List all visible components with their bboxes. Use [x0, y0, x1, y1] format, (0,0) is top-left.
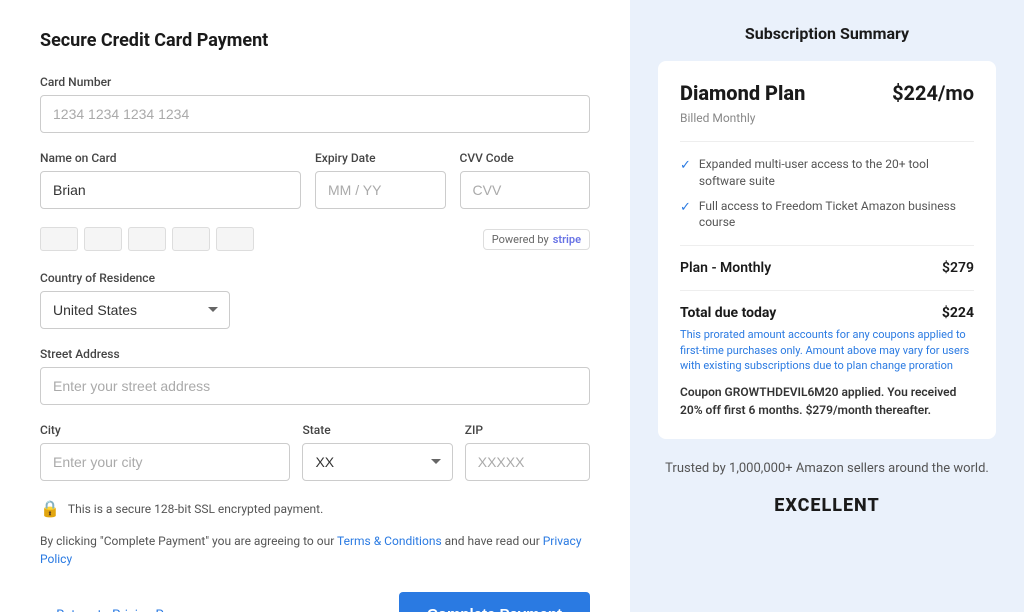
page-title: Secure Credit Card Payment	[40, 30, 590, 51]
amex-icon	[128, 227, 166, 251]
state-label: State	[302, 423, 452, 437]
billed-label: Billed Monthly	[680, 111, 974, 125]
card-icons-row: Powered by stripe	[40, 227, 590, 251]
cvv-label: CVV Code	[460, 151, 591, 165]
expiry-input[interactable]	[315, 171, 446, 209]
right-panel: Subscription Summary Diamond Plan $224/m…	[630, 0, 1024, 612]
trusted-text: Trusted by 1,000,000+ Amazon sellers aro…	[658, 459, 996, 479]
name-on-card-label: Name on Card	[40, 151, 301, 165]
country-label: Country of Residence	[40, 271, 590, 285]
return-link[interactable]: ← Return to Pricing Page	[40, 607, 185, 612]
excellent-text: EXCELLENT	[658, 495, 996, 516]
state-field-group: State XX	[302, 423, 452, 481]
terms-text: By clicking "Complete Payment" you are a…	[40, 532, 590, 568]
expiry-field-group: Expiry Date	[315, 151, 446, 209]
ssl-notice: 🔒 This is a secure 128-bit SSL encrypted…	[40, 499, 590, 518]
divider-2	[680, 245, 974, 246]
plan-price: $224/mo	[892, 81, 974, 105]
street-address-group: Street Address	[40, 347, 590, 405]
feature-item-2: ✓ Full access to Freedom Ticket Amazon b…	[680, 198, 974, 232]
card-number-input[interactable]	[40, 95, 590, 133]
plan-name: Diamond Plan	[680, 81, 805, 105]
card-number-group: Card Number	[40, 75, 590, 133]
terms-middle: and have read our	[442, 534, 543, 548]
coupon-note: Coupon GROWTHDEVIL6M20 applied. You rece…	[680, 383, 974, 419]
plan-header: Diamond Plan $224/mo	[680, 81, 974, 105]
summary-title: Subscription Summary	[658, 24, 996, 43]
check-icon-1: ✓	[680, 157, 691, 175]
divider-3	[680, 290, 974, 291]
stripe-badge: Powered by stripe	[483, 229, 590, 250]
city-label: City	[40, 423, 290, 437]
zip-field-group: ZIP	[465, 423, 590, 481]
mastercard-icon	[84, 227, 122, 251]
country-group: Country of Residence United States	[40, 271, 590, 329]
total-price: $224	[942, 305, 974, 321]
cvv-field-group: CVV Code	[460, 151, 591, 209]
country-select[interactable]: United States	[40, 291, 230, 329]
name-field-group: Name on Card	[40, 151, 301, 209]
city-state-zip-row: City State XX ZIP	[40, 423, 590, 481]
expiry-label: Expiry Date	[315, 151, 446, 165]
total-label: Total due today	[680, 305, 776, 321]
zip-label: ZIP	[465, 423, 590, 437]
zip-input[interactable]	[465, 443, 590, 481]
city-input[interactable]	[40, 443, 290, 481]
summary-card: Diamond Plan $224/mo Billed Monthly ✓ Ex…	[658, 61, 996, 439]
lock-icon: 🔒	[40, 499, 60, 518]
discover-icon	[172, 227, 210, 251]
feature-list: ✓ Expanded multi-user access to the 20+ …	[680, 156, 974, 231]
stripe-brand-label: stripe	[553, 233, 581, 246]
plan-monthly-price: $279	[942, 260, 974, 276]
plan-monthly-label: Plan - Monthly	[680, 260, 771, 276]
divider-1	[680, 141, 974, 142]
state-select[interactable]: XX	[302, 443, 452, 481]
total-row: Total due today $224	[680, 305, 974, 321]
feature-text-2: Full access to Freedom Ticket Amazon bus…	[699, 198, 974, 232]
street-address-input[interactable]	[40, 367, 590, 405]
generic-card-icon	[216, 227, 254, 251]
name-on-card-input[interactable]	[40, 171, 301, 209]
terms-before: By clicking "Complete Payment" you are a…	[40, 534, 337, 548]
terms-link[interactable]: Terms & Conditions	[337, 534, 442, 548]
left-panel: Secure Credit Card Payment Card Number N…	[0, 0, 630, 612]
cvv-input[interactable]	[460, 171, 591, 209]
plan-monthly-row: Plan - Monthly $279	[680, 260, 974, 276]
complete-payment-button[interactable]: Complete Payment	[399, 592, 590, 612]
powered-by-label: Powered by	[492, 233, 549, 246]
feature-item-1: ✓ Expanded multi-user access to the 20+ …	[680, 156, 974, 190]
street-label: Street Address	[40, 347, 590, 361]
prorate-note: This prorated amount accounts for any co…	[680, 327, 974, 373]
bottom-actions: ← Return to Pricing Page Complete Paymen…	[40, 592, 590, 612]
city-field-group: City	[40, 423, 290, 481]
ssl-text: This is a secure 128-bit SSL encrypted p…	[68, 502, 323, 516]
feature-text-1: Expanded multi-user access to the 20+ to…	[699, 156, 974, 190]
card-number-label: Card Number	[40, 75, 590, 89]
check-icon-2: ✓	[680, 199, 691, 217]
visa-icon	[40, 227, 78, 251]
card-details-row: Name on Card Expiry Date CVV Code	[40, 151, 590, 209]
